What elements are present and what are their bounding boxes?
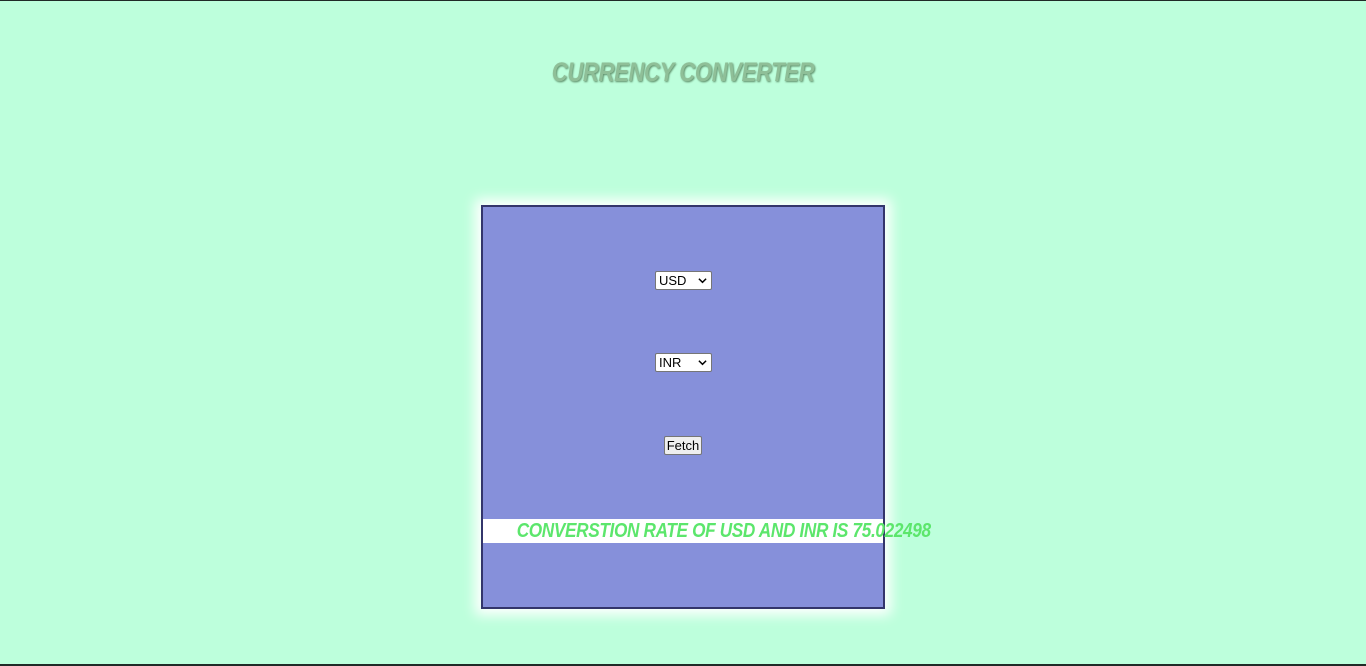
- to-currency-value: INR: [659, 355, 682, 370]
- page-title: Currency Converter: [551, 57, 815, 87]
- chevron-down-icon: [698, 360, 707, 366]
- result-banner: Converstion rate of USD and INR is 75.02…: [483, 519, 931, 543]
- from-currency-value: USD: [659, 273, 687, 288]
- to-currency-select[interactable]: INR: [655, 353, 712, 372]
- fetch-button[interactable]: Fetch: [664, 436, 702, 455]
- from-currency-select[interactable]: USD: [655, 271, 712, 290]
- converter-card: USD INR Fetch Converstion rate of USD an…: [481, 205, 931, 609]
- chevron-down-icon: [698, 278, 707, 284]
- conversion-result-text: Converstion rate of USD and INR is 75.02…: [516, 520, 931, 542]
